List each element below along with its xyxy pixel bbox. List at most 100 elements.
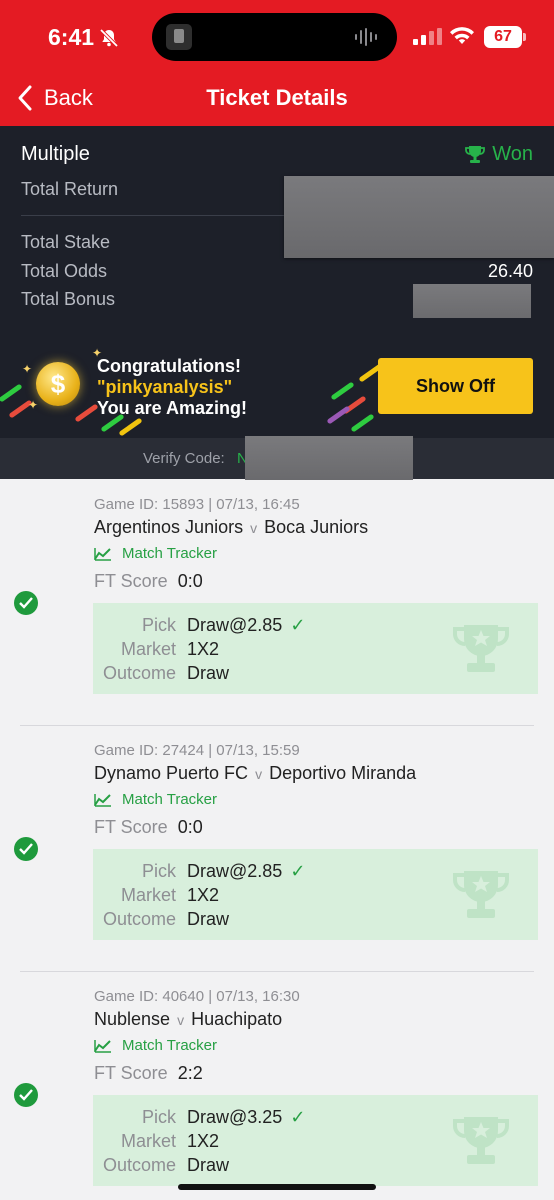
pick-value-text: Draw@2.85 (187, 615, 283, 635)
ft-score-label: FT Score (94, 571, 168, 591)
away-team: Boca Juniors (264, 517, 369, 537)
versus-label: v (255, 766, 263, 782)
redaction-block (284, 176, 554, 258)
ft-score-value: 2:2 (177, 1063, 203, 1083)
battery-indicator: 67 (484, 26, 526, 48)
outcome-value: Draw (187, 663, 230, 683)
congratulations-banner: ✦ ✦ ✦ $ Congratulations! "pinkyanalysis"… (0, 340, 554, 438)
home-team: Dynamo Puerto FC (94, 763, 249, 783)
trophy-watermark-icon (453, 625, 509, 672)
pick-value-text: Draw@2.85 (187, 861, 283, 881)
market-value: 1X2 (187, 639, 220, 659)
market-label: Market (120, 885, 176, 905)
confetti-decoration (74, 403, 99, 423)
line-chart-icon (94, 1039, 111, 1053)
pick-details: Pick Draw@2.85 ✓ Market 1X2 Outcome Draw (93, 849, 538, 940)
pick-label: Pick (141, 615, 176, 635)
page-title: Ticket Details (206, 85, 348, 110)
check-circle-icon (14, 591, 38, 615)
redaction-block (245, 436, 413, 480)
pick-value: Draw@2.85 ✓ (187, 861, 305, 882)
match-tracker-label: Match Tracker (122, 545, 218, 562)
ticket-summary: Multiple Won Total Return Total Stake To… (0, 126, 554, 480)
pick-label: Pick (141, 1107, 176, 1127)
trophy-icon (465, 145, 486, 163)
match-teams: Dynamo Puerto FC v Deportivo Miranda (94, 763, 416, 784)
confetti-decoration (0, 383, 23, 403)
line-chart-icon (94, 547, 111, 561)
game-id: Game ID: 40640 | 07/13, 16:30 (94, 988, 300, 1005)
congrats-message: You are Amazing! (97, 398, 248, 418)
audio-wave-icon (355, 28, 377, 46)
match-tracker-label: Match Tracker (122, 1037, 218, 1054)
confetti-decoration (118, 417, 143, 437)
confetti-decoration (326, 405, 351, 425)
now-playing-thumbnail (166, 24, 192, 50)
bell-muted-icon (99, 28, 119, 48)
match-divider (20, 971, 534, 972)
total-odds-label: Total Odds (21, 261, 108, 281)
confetti-decoration (330, 381, 355, 401)
ft-score-label: FT Score (94, 1063, 168, 1083)
coin-icon: $ (36, 362, 80, 406)
market-label: Market (120, 1131, 176, 1151)
checkmark-icon: ✓ (290, 615, 306, 635)
total-odds-value: 26.40 (487, 261, 533, 281)
pick-details: Pick Draw@2.85 ✓ Market 1X2 Outcome Draw (93, 603, 538, 694)
congrats-title: Congratulations! (97, 356, 241, 376)
line-chart-icon (94, 793, 111, 807)
outcome-value: Draw (187, 1155, 230, 1175)
wifi-icon (450, 27, 474, 44)
match-tracker-link[interactable]: Match Tracker (94, 545, 217, 562)
ft-score: FT Score 0:0 (94, 571, 203, 592)
redaction-block (413, 284, 531, 318)
versus-label: v (250, 520, 258, 536)
home-indicator[interactable] (178, 1184, 376, 1190)
verify-code-label: Verify Code: (143, 450, 225, 467)
market-value: 1X2 (187, 885, 220, 905)
match-teams: Argentinos Juniors v Boca Juniors (94, 517, 368, 538)
match-divider (20, 725, 534, 726)
market-value: 1X2 (187, 1131, 220, 1151)
home-team: Nublense (94, 1009, 171, 1029)
match-tracker-link[interactable]: Match Tracker (94, 791, 217, 808)
match-teams: Nublense v Huachipato (94, 1009, 282, 1030)
sparkle-icon: ✦ (22, 362, 33, 376)
ft-score: FT Score 0:0 (94, 817, 203, 838)
away-team: Deportivo Miranda (269, 763, 417, 783)
dynamic-island (152, 13, 397, 61)
total-stake-label: Total Stake (21, 232, 111, 252)
game-id: Game ID: 15893 | 07/13, 16:45 (94, 496, 300, 513)
pick-details: Pick Draw@3.25 ✓ Market 1X2 Outcome Draw (93, 1095, 538, 1186)
status-time: 6:41 (48, 24, 95, 50)
home-team: Argentinos Juniors (94, 517, 244, 537)
outcome-label: Outcome (102, 909, 176, 929)
game-id: Game ID: 27424 | 07/13, 15:59 (94, 742, 300, 759)
sparkle-icon: ✦ (28, 398, 39, 412)
outcome-label: Outcome (102, 663, 176, 683)
show-off-button[interactable]: Show Off (378, 358, 533, 414)
trophy-watermark-icon (453, 1117, 509, 1164)
market-label: Market (120, 639, 176, 659)
status-badge: Won (464, 143, 533, 166)
cellular-signal-icon (413, 28, 442, 45)
confetti-decoration (350, 413, 375, 433)
outcome-label: Outcome (102, 1155, 176, 1175)
pick-value: Draw@3.25 ✓ (187, 1107, 305, 1128)
total-bonus-label: Total Bonus (21, 289, 116, 309)
pick-value: Draw@2.85 ✓ (187, 615, 305, 636)
checkmark-icon: ✓ (290, 1107, 306, 1127)
status-label: Won (492, 143, 533, 165)
match-tracker-link[interactable]: Match Tracker (94, 1037, 217, 1054)
ft-score-value: 0:0 (177, 571, 203, 591)
trophy-watermark-icon (453, 871, 509, 918)
congrats-username: "pinkyanalysis" (97, 377, 233, 397)
total-return-label: Total Return (21, 179, 119, 199)
outcome-value: Draw (187, 909, 230, 929)
summary-divider (21, 215, 286, 216)
ticket-details-screen: 6:41 67 Back Ticket Details Multiple Won… (0, 0, 554, 1200)
ft-score: FT Score 2:2 (94, 1063, 203, 1084)
top-bar: 6:41 67 Back Ticket Details (0, 0, 554, 126)
pick-label: Pick (141, 861, 176, 881)
bet-type: Multiple (21, 143, 90, 165)
